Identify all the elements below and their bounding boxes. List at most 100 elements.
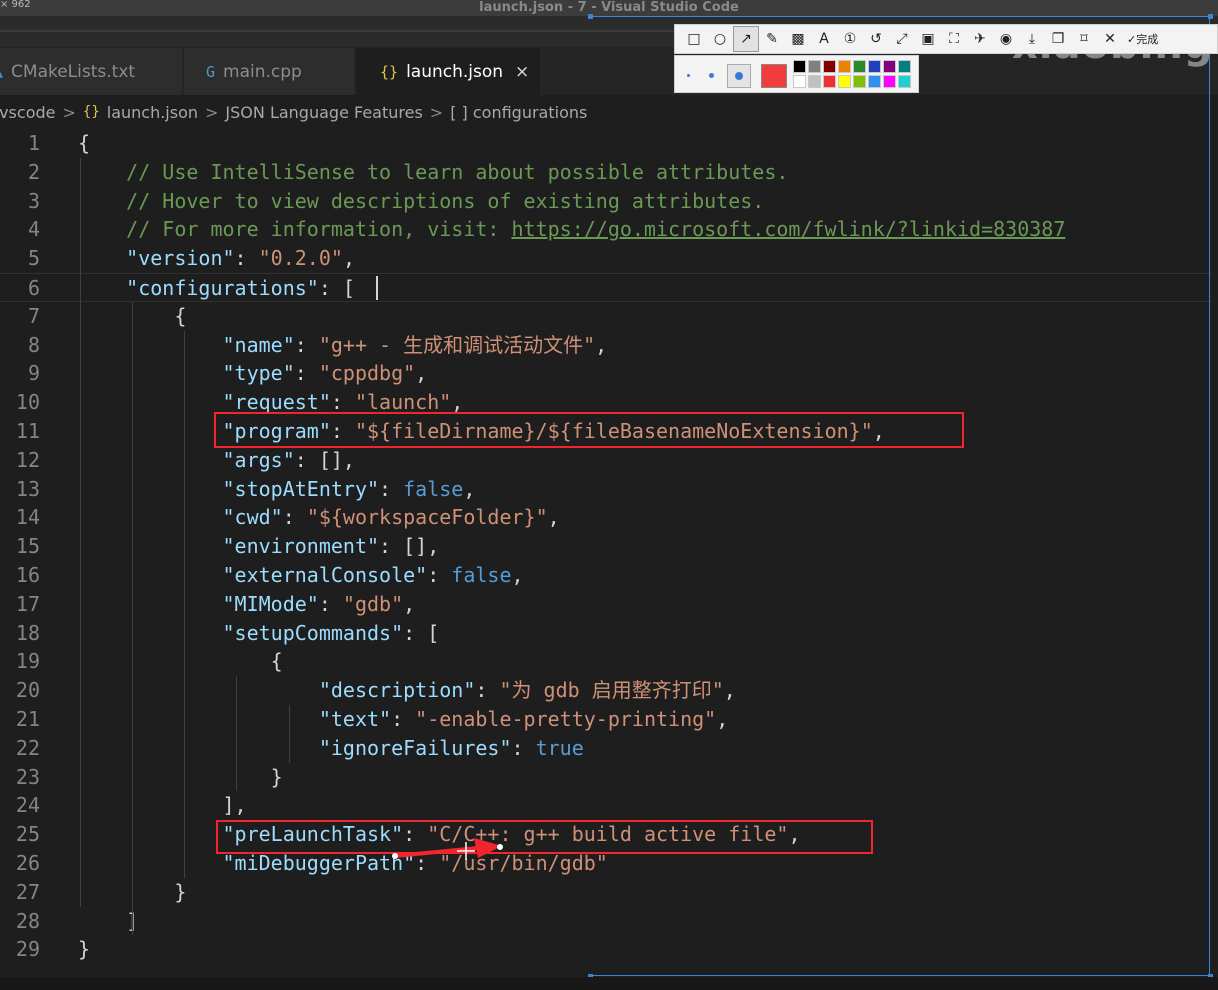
number-marker-icon[interactable]: ① [837,26,863,52]
line-number: 19 [15,649,40,674]
color-swatch[interactable] [823,75,836,88]
color-swatch[interactable] [883,75,896,88]
close-icon[interactable]: × [515,62,529,82]
code-token: // For more information, visit: [126,217,512,242]
chevron-right-icon: > [205,102,219,122]
code-token: "request" [222,390,331,415]
color-swatch[interactable] [838,75,851,88]
save-icon[interactable]: ◉ [993,26,1019,52]
breadcrumb-item[interactable]: .vscode [0,103,55,122]
indent-guide [288,705,290,763]
copy-icon[interactable]: ❐ [1045,26,1071,52]
code-token: "args" [222,447,295,472]
code-token: "MIMode" [222,591,319,616]
color-swatch[interactable] [838,60,851,73]
download-icon[interactable]: ⤓ [1019,26,1045,52]
mosaic-icon[interactable]: ▩ [785,26,811,52]
color-swatch[interactable] [868,60,881,73]
color-swatch[interactable] [868,75,881,88]
code-token: "name" [222,332,295,357]
breadcrumb-item[interactable]: JSON Language Features [225,103,422,122]
json-braces-icon: {} [380,62,399,81]
code-token: true [535,735,584,760]
pen-icon[interactable]: ✎ [759,26,785,52]
size-large[interactable] [727,64,751,88]
color-swatch[interactable] [883,60,896,73]
color-palette [674,55,919,93]
current-color-swatch[interactable] [761,64,787,88]
code-token: : [391,707,416,731]
line-number: 12 [15,447,40,472]
code-token: "description" [318,678,476,703]
scan-icon[interactable]: ⛶ [941,26,967,52]
tab-cmakelists[interactable]: ▲ CMakeLists.txt [0,48,182,95]
code-token: , [463,476,476,501]
color-swatch[interactable] [853,75,866,88]
line-number: 26 [15,851,40,875]
code-text: "configurations": [ [78,274,355,303]
json-braces-icon: {} [82,104,100,120]
color-swatch[interactable] [793,75,806,88]
ocr-icon[interactable]: ▣ [915,26,941,52]
code-token: } [78,937,91,962]
cpp-icon: G [206,62,216,81]
code-token: : [330,390,355,415]
capture-selection-frame[interactable] [590,16,1210,976]
color-swatch[interactable] [823,60,836,73]
tab-label: launch.json [406,61,504,82]
color-swatch[interactable] [898,60,911,73]
bookmark-icon[interactable]: ⌑ [1071,26,1097,52]
color-swatch[interactable] [898,75,911,88]
breadcrumb-item[interactable]: [ ] configurations [450,103,587,122]
text-cursor [376,276,378,300]
line-number: 9 [27,361,40,386]
resize-handle[interactable] [1208,14,1213,19]
code-token: : [379,476,404,501]
resize-handle[interactable] [588,14,593,19]
arrow-icon[interactable]: ↗ [733,26,759,52]
ellipse-icon[interactable]: ○ [707,26,733,52]
code-token: , [342,246,355,271]
code-token: "gdb" [342,591,404,616]
window-title: launch.json - 7 - Visual Studio Code [479,0,739,15]
code-text: { [78,647,283,676]
fullscreen-icon[interactable]: ⤢ [889,26,915,52]
color-swatch[interactable] [808,75,821,88]
code-token: : [], [294,447,355,472]
code-token: : [ [403,620,440,645]
code-token: "setupCommands" [222,620,404,645]
code-token: : [234,246,259,271]
code-token: : [475,678,500,703]
code-token: } [174,879,187,904]
breadcrumb-item[interactable]: launch.json [107,103,198,122]
line-number: 21 [15,707,40,731]
line-number: 25 [15,822,40,847]
line-number: 24 [15,793,40,818]
tab-main-cpp[interactable]: G main.cpp [184,48,354,95]
code-token: } [270,764,283,789]
code-token: "type" [222,361,295,386]
tab-launch-json[interactable]: {} launch.json × [356,48,540,95]
size-medium[interactable] [709,73,714,78]
code-token: : [294,361,319,386]
text-icon[interactable]: A [811,26,837,52]
close-icon[interactable]: ✕ [1097,26,1123,52]
color-swatch[interactable] [793,60,806,73]
color-swatch[interactable] [853,60,866,73]
size-small[interactable] [687,74,690,77]
done-button[interactable]: ✓ 完成 [1127,31,1158,47]
line-number: 6 [27,276,40,300]
code-token: "0.2.0" [258,246,343,271]
code-token: , [451,390,464,415]
code-text: "version": "0.2.0", [78,244,355,273]
code-token: "launch" [354,390,452,415]
code-token: "configurations" [126,276,319,300]
code-text: "name": "g++ - 生成和调试活动文件", [78,331,608,360]
color-swatch[interactable] [808,60,821,73]
line-number: 2 [27,159,40,184]
undo-icon[interactable]: ↺ [863,26,889,52]
rectangle-icon[interactable]: □ [681,26,707,52]
code-token: "cwd" [222,505,283,530]
code-text: "cwd": "${workspaceFolder}", [78,503,560,532]
pin-icon[interactable]: ✈ [967,26,993,52]
